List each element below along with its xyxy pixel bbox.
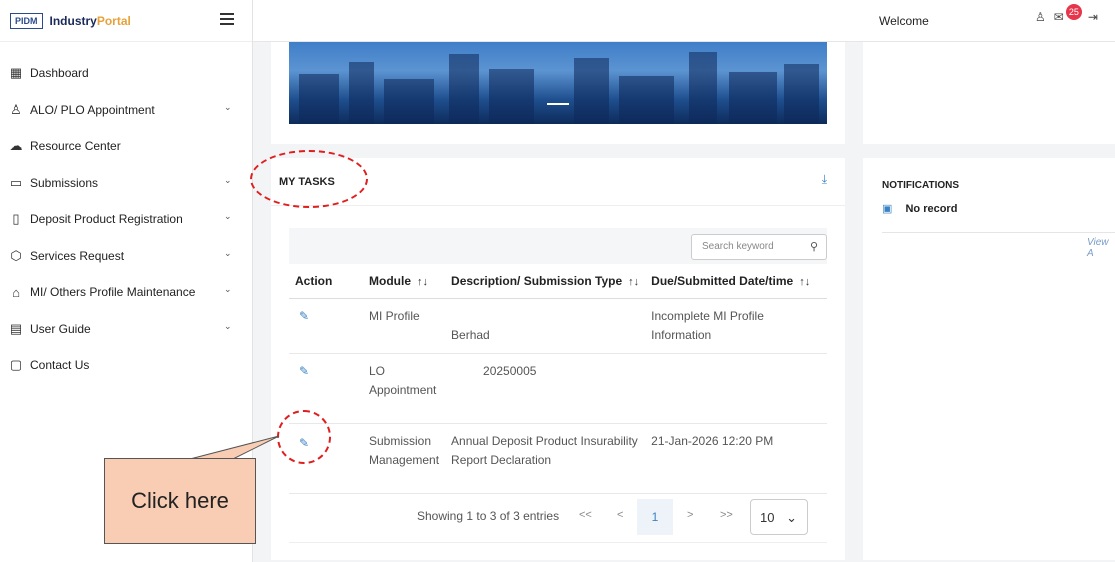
click-here-callout: Click here [104, 458, 256, 544]
